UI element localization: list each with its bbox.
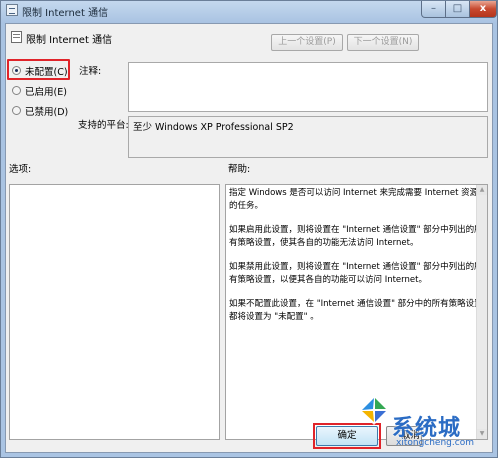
platform-value: 至少 Windows XP Professional SP2 bbox=[133, 122, 294, 133]
dialog-content: 限制 Internet 通信 上一个设置(P) 下一个设置(N) 未配置(C) … bbox=[5, 23, 493, 453]
watermark-url: xitongcheng.com bbox=[396, 438, 474, 448]
title-bar[interactable]: 限制 Internet 通信 – □ x bbox=[1, 1, 497, 21]
help-scrollbar[interactable]: ▲ ▼ bbox=[476, 185, 487, 439]
help-paragraph: 指定 Windows 是否可以访问 Internet 来完成需要 Interne… bbox=[229, 188, 479, 211]
radio-label-not-configured: 未配置(C) bbox=[25, 67, 68, 78]
options-label: 选项: bbox=[9, 164, 32, 175]
policy-title: 限制 Internet 通信 bbox=[26, 35, 113, 46]
policy-document-icon bbox=[6, 4, 18, 16]
radio-disabled[interactable]: 已禁用(D) bbox=[10, 103, 70, 119]
radio-label-disabled: 已禁用(D) bbox=[25, 107, 69, 118]
comment-label: 注释: bbox=[79, 66, 102, 77]
platform-label: 支持的平台: bbox=[78, 120, 129, 131]
radio-enabled[interactable]: 已启用(E) bbox=[10, 83, 70, 99]
window-title: 限制 Internet 通信 bbox=[22, 8, 109, 19]
next-setting-button[interactable]: 下一个设置(N) bbox=[347, 34, 419, 51]
comment-textarea[interactable] bbox=[128, 62, 488, 112]
radio-label-enabled: 已启用(E) bbox=[25, 87, 67, 98]
platform-field: 至少 Windows XP Professional SP2 bbox=[128, 116, 488, 158]
radio-selected-indicator bbox=[12, 66, 21, 75]
help-paragraph: 如果不配置此设置，在 "Internet 通信设置" 部分中的所有策略设置都将设… bbox=[229, 299, 483, 322]
help-paragraph: 如果启用此设置，则将设置在 "Internet 通信设置" 部分中列出的所有策略… bbox=[229, 225, 483, 248]
scroll-up-arrow-icon[interactable]: ▲ bbox=[477, 185, 487, 195]
radio-unselected-indicator bbox=[12, 106, 21, 115]
minimize-button[interactable]: – bbox=[421, 1, 446, 18]
close-button[interactable]: x bbox=[469, 1, 497, 18]
radio-unselected-indicator bbox=[12, 86, 21, 95]
policy-dialog-window: 限制 Internet 通信 – □ x 限制 Internet 通信 上一个设… bbox=[0, 0, 498, 458]
help-paragraph: 如果禁用此设置，则将设置在 "Internet 通信设置" 部分中列出的所有策略… bbox=[229, 262, 483, 285]
scroll-down-arrow-icon[interactable]: ▼ bbox=[477, 429, 487, 439]
previous-setting-button[interactable]: 上一个设置(P) bbox=[271, 34, 343, 51]
watermark-logo-icon bbox=[359, 395, 389, 425]
radio-not-configured[interactable]: 未配置(C) bbox=[10, 63, 70, 79]
maximize-button[interactable]: □ bbox=[445, 1, 470, 18]
setting-icon bbox=[11, 31, 22, 43]
help-label: 帮助: bbox=[228, 164, 251, 175]
options-panel bbox=[9, 184, 220, 440]
